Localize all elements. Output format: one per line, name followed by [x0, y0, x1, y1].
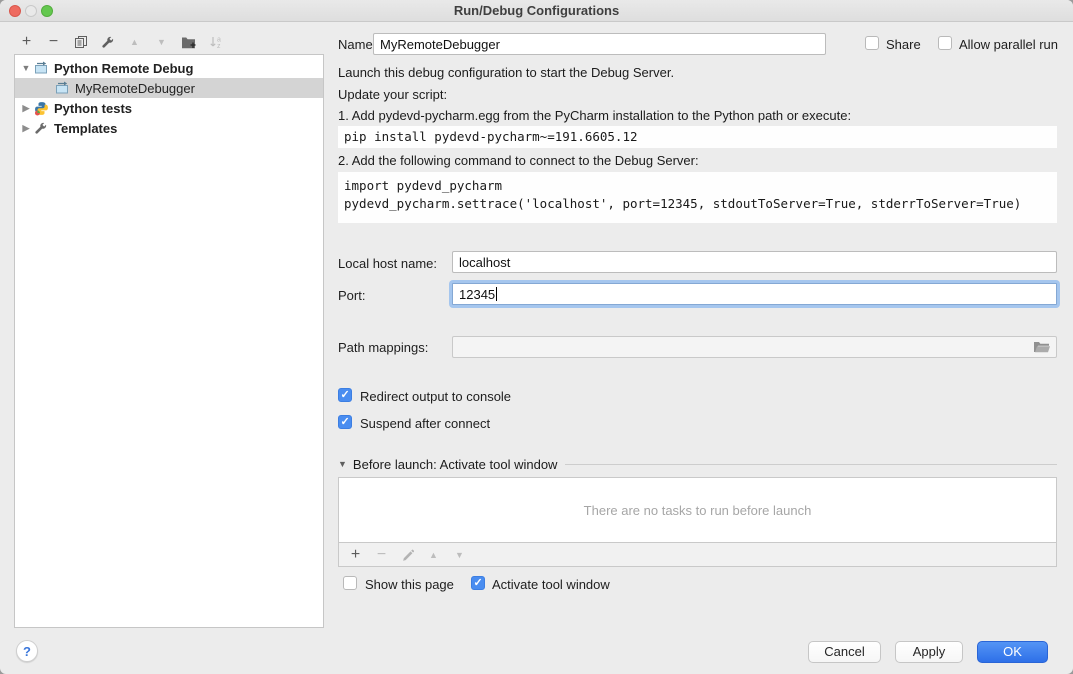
pip-command-code: pip install pydevd-pycharm~=191.6605.12: [338, 126, 1057, 148]
sort-alphabetically-icon[interactable]: az: [208, 34, 223, 50]
tree-item-templates[interactable]: Templates: [15, 118, 323, 138]
redirect-output-label: Redirect output to console: [360, 389, 511, 404]
before-launch-title: Before launch: Activate tool window: [353, 457, 558, 472]
share-checkbox[interactable]: [865, 36, 879, 50]
step1-text: 1. Add pydevd-pycharm.egg from the PyCha…: [338, 108, 851, 123]
tree-item-python-tests[interactable]: Python tests: [15, 98, 323, 118]
tree-item-label: Python Remote Debug: [54, 61, 193, 76]
wrench-icon: [34, 121, 49, 136]
allow-parallel-run-label: Allow parallel run: [959, 37, 1058, 52]
port-value: 12345: [459, 287, 495, 302]
ok-button[interactable]: OK: [977, 641, 1048, 663]
tree-toolbar: az: [19, 32, 223, 52]
activate-tool-window-checkbox[interactable]: [471, 576, 485, 590]
port-label: Port:: [338, 288, 365, 303]
remove-icon[interactable]: [46, 34, 61, 50]
suspend-after-connect-label: Suspend after connect: [360, 416, 490, 431]
step2-text: 2. Add the following command to connect …: [338, 153, 699, 168]
suspend-after-connect-checkbox[interactable]: [338, 415, 352, 429]
show-this-page-checkbox[interactable]: [343, 576, 357, 590]
browse-folder-icon[interactable]: [1033, 340, 1051, 354]
before-launch-header[interactable]: Before launch: Activate tool window: [338, 456, 1057, 472]
tree-item-label: Templates: [54, 121, 117, 136]
port-input[interactable]: 12345: [452, 283, 1057, 305]
move-down-icon[interactable]: [154, 34, 169, 50]
titlebar: Run/Debug Configurations: [0, 0, 1073, 22]
update-script-text: Update your script:: [338, 87, 447, 102]
move-task-up-icon[interactable]: [426, 547, 441, 563]
expander-down-icon[interactable]: [21, 63, 31, 73]
header-divider: [565, 464, 1057, 465]
intro-text: Launch this debug configuration to start…: [338, 65, 674, 80]
code-line-1: import pydevd_pycharm: [344, 177, 1051, 195]
redirect-output-checkbox[interactable]: [338, 388, 352, 402]
path-mappings-input[interactable]: [452, 336, 1057, 358]
code-line-2: pydevd_pycharm.settrace('localhost', por…: [344, 195, 1051, 213]
move-up-icon[interactable]: [127, 34, 142, 50]
expander-right-icon[interactable]: [21, 103, 31, 114]
share-label: Share: [886, 37, 921, 52]
expander-right-icon[interactable]: [21, 123, 31, 134]
move-task-down-icon[interactable]: [452, 547, 467, 563]
add-task-icon[interactable]: [348, 547, 363, 563]
edit-defaults-icon[interactable]: [100, 34, 115, 50]
remove-task-icon[interactable]: [374, 547, 389, 563]
help-button[interactable]: ?: [16, 640, 38, 662]
add-icon[interactable]: [19, 34, 34, 50]
python-tests-icon: [34, 101, 49, 116]
run-config-icon: [55, 81, 70, 96]
run-debug-configurations-dialog: Run/Debug Configurations az Python Remot…: [0, 0, 1073, 674]
text-caret: [496, 287, 497, 301]
collapse-triangle-icon[interactable]: [338, 459, 347, 469]
cancel-button[interactable]: Cancel: [808, 641, 881, 663]
tree-item-python-remote-debug[interactable]: Python Remote Debug: [15, 58, 323, 78]
apply-button[interactable]: Apply: [895, 641, 963, 663]
show-this-page-label: Show this page: [365, 577, 454, 592]
local-host-name-input[interactable]: [452, 251, 1057, 273]
name-label: Name:: [338, 37, 376, 52]
allow-parallel-run-checkbox[interactable]: [938, 36, 952, 50]
before-launch-toolbar: [338, 543, 1057, 567]
run-config-icon: [34, 61, 49, 76]
path-mappings-label: Path mappings:: [338, 340, 428, 355]
activate-tool-window-label: Activate tool window: [492, 577, 610, 592]
local-host-name-label: Local host name:: [338, 256, 437, 271]
tree-item-myremotedebugger[interactable]: MyRemoteDebugger: [15, 78, 323, 98]
empty-task-message: There are no tasks to run before launch: [584, 503, 812, 518]
tree-item-label: MyRemoteDebugger: [75, 81, 195, 96]
window-title: Run/Debug Configurations: [0, 3, 1073, 18]
tree-item-label: Python tests: [54, 101, 132, 116]
config-tree: Python Remote Debug MyRemoteDebugger Pyt…: [14, 54, 324, 628]
svg-text:z: z: [217, 43, 221, 49]
new-folder-icon[interactable]: [181, 34, 196, 50]
settrace-code-block: import pydevd_pycharm pydevd_pycharm.set…: [338, 172, 1057, 223]
name-input[interactable]: [373, 33, 826, 55]
copy-icon[interactable]: [73, 34, 88, 50]
before-launch-task-list[interactable]: There are no tasks to run before launch: [338, 477, 1057, 543]
edit-task-icon[interactable]: [400, 547, 415, 563]
port-input-focus-ring: 12345: [449, 280, 1060, 308]
